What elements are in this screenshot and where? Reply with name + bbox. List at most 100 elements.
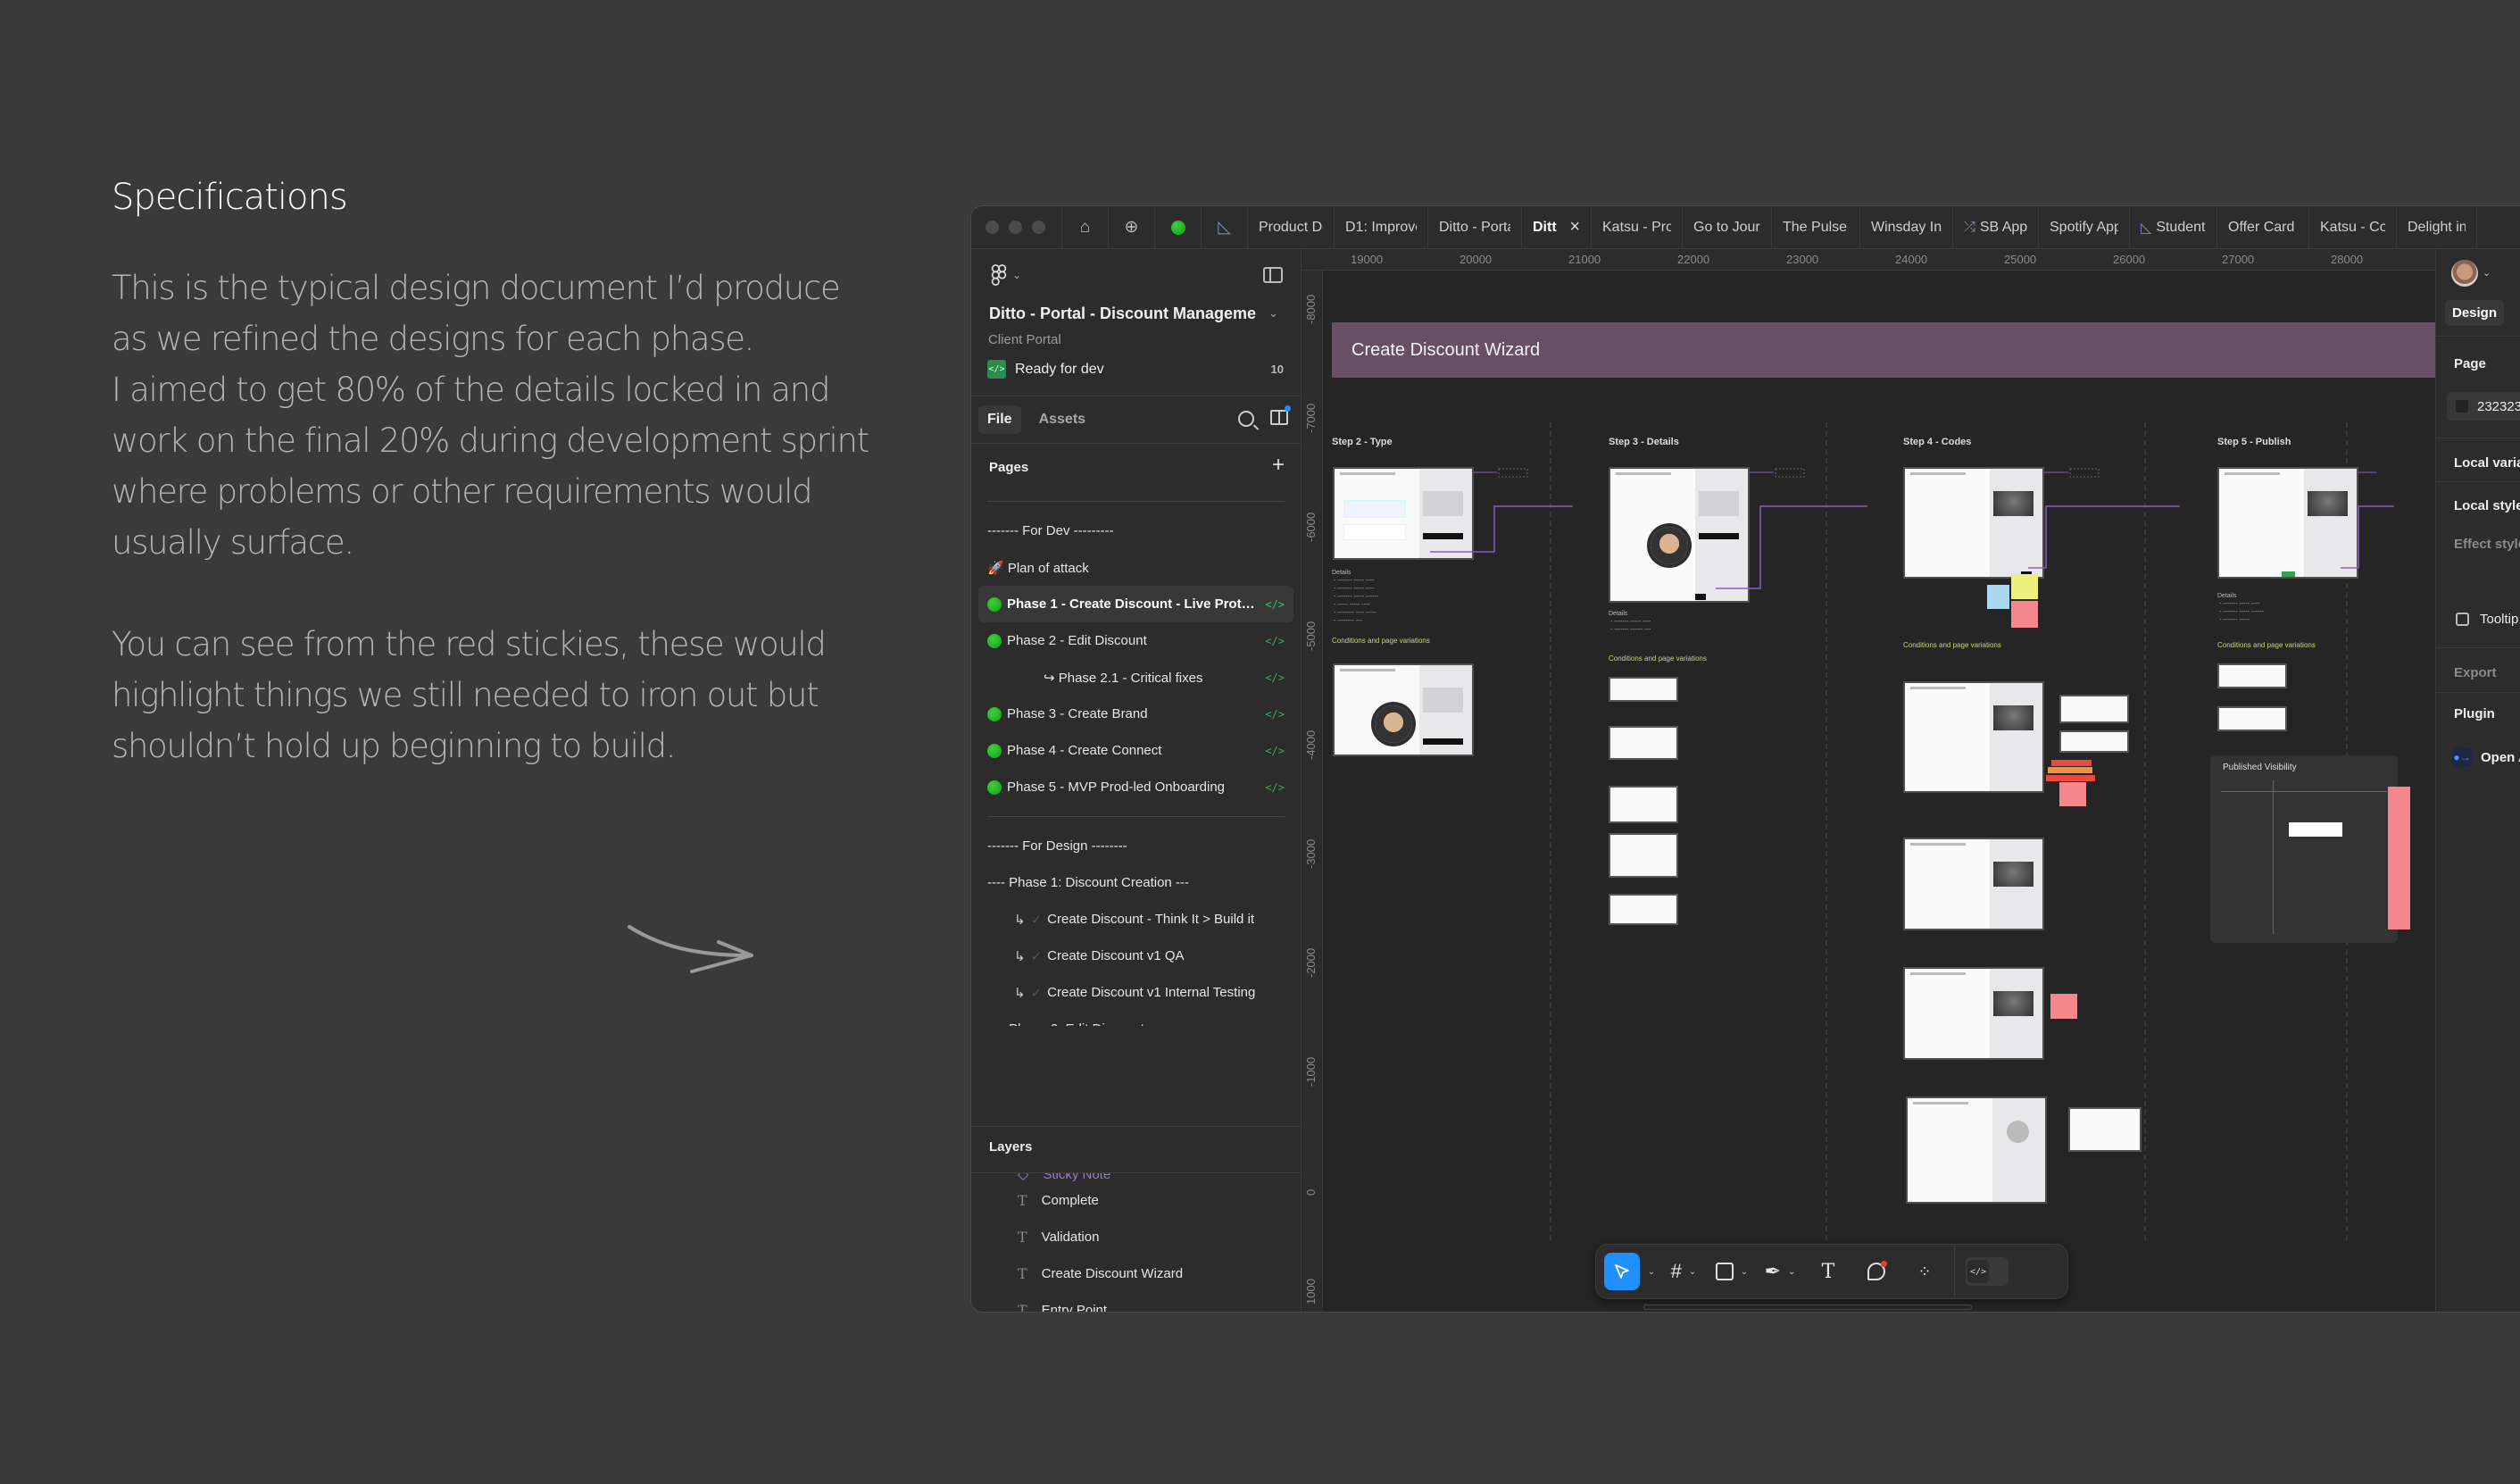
- layer-item[interactable]: T Complete: [971, 1182, 1301, 1219]
- file-tab[interactable]: Go to Journ: [1683, 206, 1772, 248]
- file-tab[interactable]: Delight in: [2397, 206, 2477, 248]
- ready-for-dev-row[interactable]: </> Ready for dev 10: [987, 360, 1284, 379]
- page-item[interactable]: ---- Phase 2: Edit Discount ----: [978, 1011, 1293, 1026]
- main-menu-button[interactable]: ⌄: [991, 264, 1021, 286]
- sticky-note-red[interactable]: [2011, 601, 2038, 628]
- pen-tool-button[interactable]: ✒ ⌄: [1756, 1253, 1804, 1290]
- design-frame[interactable]: [1333, 467, 1474, 560]
- variation-card[interactable]: [2217, 706, 2287, 731]
- search-icon[interactable]: [1238, 411, 1254, 427]
- design-frame[interactable]: [2217, 467, 2358, 579]
- variation-card[interactable]: [2059, 695, 2129, 723]
- variation-card[interactable]: [2068, 1107, 2142, 1152]
- design-canvas[interactable]: Create Discount Wizard Step 2 - Type Ste…: [1323, 271, 2435, 1312]
- section-banner[interactable]: Create Discount Wizard: [1332, 322, 2435, 378]
- design-frame[interactable]: [1609, 467, 1750, 603]
- page-item[interactable]: Phase 2 - Edit Discount </>: [978, 622, 1293, 659]
- file-tab[interactable]: Ditto - I ×: [1522, 206, 1592, 248]
- variation-card[interactable]: [1609, 726, 1678, 760]
- page-color-field[interactable]: 232323: [2447, 392, 2520, 421]
- page-item[interactable]: ↳ ✓ Create Discount - Think It > Build it: [978, 901, 1293, 938]
- file-tab[interactable]: Winsday Inf: [1860, 206, 1953, 248]
- page-item[interactable]: Phase 3 - Create Brand </>: [978, 696, 1293, 732]
- library-icon[interactable]: [1270, 405, 1291, 425]
- page-item[interactable]: Phase 1 - Create Discount - Live Protot.…: [978, 586, 1293, 622]
- home-icon[interactable]: ⌂: [1062, 206, 1109, 248]
- sticky-note-red[interactable]: [2046, 775, 2095, 781]
- globe-icon[interactable]: ⊕: [1109, 206, 1155, 248]
- window-controls[interactable]: [971, 206, 1062, 248]
- layer-item[interactable]: T Entry Point: [971, 1292, 1301, 1312]
- file-tab[interactable]: Spotify App: [2039, 206, 2130, 248]
- file-tab[interactable]: ◺Student I: [2130, 206, 2217, 248]
- sticky-note-red[interactable]: [2051, 760, 2092, 766]
- tab-prototype[interactable]: Pro: [2513, 300, 2520, 326]
- file-title[interactable]: Ditto - Portal - Discount Manageme...: [989, 304, 1257, 323]
- design-frame[interactable]: [1333, 663, 1474, 756]
- toggle-sidebar-icon[interactable]: [1263, 267, 1283, 283]
- tab-file[interactable]: File: [978, 405, 1021, 434]
- sticky-note-yellow[interactable]: [2011, 574, 2038, 599]
- sticky-note-red[interactable]: [2388, 787, 2410, 930]
- zoom-window-button[interactable]: [1032, 221, 1045, 234]
- frame-tool-button[interactable]: # ⌄: [1659, 1253, 1708, 1290]
- variation-card[interactable]: [2217, 663, 2287, 688]
- sticky-note-red[interactable]: [2050, 994, 2077, 1019]
- tab-assets[interactable]: Assets: [1030, 405, 1094, 434]
- actions-tool-button[interactable]: ⁘: [1900, 1253, 1949, 1290]
- text-tool-button[interactable]: T: [1804, 1253, 1852, 1290]
- variation-card[interactable]: [2059, 730, 2129, 753]
- variation-card[interactable]: [1609, 833, 1678, 878]
- layer-item[interactable]: ◇ Sticky Note: [971, 1173, 1301, 1182]
- page-item[interactable]: ------- For Dev ---------: [978, 513, 1293, 549]
- page-item[interactable]: ↪ Phase 2.1 - Critical fixes </>: [978, 659, 1293, 696]
- design-frame[interactable]: [1903, 838, 2044, 930]
- ruler-triangle-icon[interactable]: ◺: [1202, 206, 1248, 248]
- chevron-down-icon[interactable]: ⌄: [2483, 267, 2491, 279]
- layer-item[interactable]: T Create Discount Wizard: [971, 1255, 1301, 1292]
- move-tool-button[interactable]: [1604, 1253, 1640, 1290]
- chevron-down-icon[interactable]: ⌄: [1268, 306, 1278, 321]
- file-tab[interactable]: Offer Card C: [2217, 206, 2309, 248]
- minimize-window-button[interactable]: [1009, 221, 1022, 234]
- add-page-icon[interactable]: +: [1272, 453, 1285, 478]
- dev-mode-toggle[interactable]: </>: [1966, 1257, 2009, 1286]
- export-heading[interactable]: Export: [2454, 665, 2497, 680]
- chevron-down-icon[interactable]: ⌄: [1643, 1253, 1659, 1290]
- design-frame[interactable]: [1903, 681, 2044, 793]
- page-item[interactable]: ↳ ✓ Create Discount v1 Internal Testing: [978, 974, 1293, 1011]
- page-item[interactable]: Phase 4 - Create Connect </>: [978, 732, 1293, 769]
- design-frame[interactable]: [1903, 967, 2044, 1060]
- local-variables-heading[interactable]: Local variables: [2454, 455, 2520, 471]
- page-item[interactable]: Phase 5 - MVP Prod-led Onboarding </>: [978, 769, 1293, 805]
- file-tab[interactable]: The Pulse a: [1772, 206, 1860, 248]
- page-item[interactable]: ------- For Design --------: [978, 828, 1293, 864]
- chevron-down-icon[interactable]: ⌄: [1788, 1267, 1795, 1277]
- color-swatch[interactable]: [2456, 400, 2468, 413]
- page-item[interactable]: 🚀 Plan of attack: [978, 549, 1293, 586]
- chevron-down-icon[interactable]: ⌄: [1689, 1267, 1696, 1277]
- variation-card[interactable]: [1609, 786, 1678, 823]
- shape-tool-button[interactable]: ⌄: [1708, 1253, 1756, 1290]
- page-item[interactable]: ---- Phase 1: Discount Creation ---: [978, 864, 1293, 901]
- effect-style-item[interactable]: Tooltip sha: [2456, 612, 2520, 627]
- variation-card[interactable]: [1609, 894, 1678, 925]
- comment-tool-button[interactable]: [1852, 1253, 1900, 1290]
- chevron-down-icon[interactable]: ⌄: [1741, 1267, 1748, 1277]
- close-window-button[interactable]: [986, 221, 999, 234]
- design-frame[interactable]: [1906, 1096, 2047, 1204]
- sticky-note-red[interactable]: [2059, 782, 2086, 806]
- sticky-note-orange[interactable]: [2048, 767, 2092, 773]
- user-avatar[interactable]: [2451, 260, 2478, 287]
- layer-item[interactable]: T Validation: [971, 1219, 1301, 1255]
- file-tab[interactable]: Product Des: [1248, 206, 1335, 248]
- file-tab[interactable]: Katsu - Con: [2309, 206, 2397, 248]
- page-item[interactable]: ↳ ✓ Create Discount v1 QA: [978, 938, 1293, 974]
- variation-card[interactable]: [1609, 677, 1678, 702]
- file-tab[interactable]: Katsu - Proc: [1592, 206, 1683, 248]
- close-tab-icon[interactable]: ×: [1569, 217, 1580, 238]
- file-tab[interactable]: D1: Improve: [1335, 206, 1428, 248]
- sticky-note-blue[interactable]: [1987, 585, 2009, 609]
- design-frame[interactable]: [1903, 467, 2044, 579]
- project-name[interactable]: Client Portal: [988, 332, 1061, 347]
